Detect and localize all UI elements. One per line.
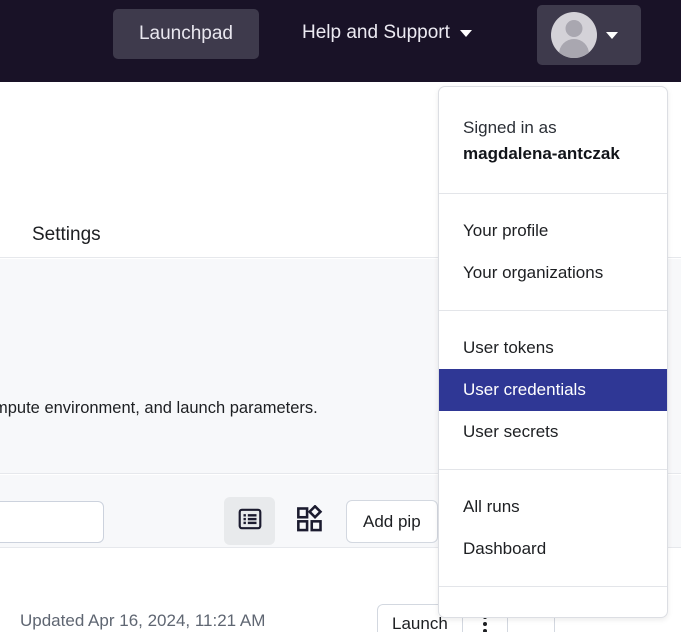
menu-item-label: Dashboard bbox=[463, 539, 547, 558]
kebab-dot bbox=[482, 622, 487, 626]
menu-item-your-organizations[interactable]: Your organizations bbox=[439, 252, 667, 294]
search-input[interactable] bbox=[0, 501, 104, 543]
menu-item-user-credentials[interactable]: User credentials bbox=[439, 369, 667, 411]
menu-group-spacer bbox=[439, 311, 667, 327]
menu-group-spacer bbox=[439, 587, 667, 603]
menu-group-spacer bbox=[439, 470, 667, 486]
user-avatar-menu-button[interactable] bbox=[537, 5, 641, 65]
add-pipeline-label: Add pip bbox=[363, 511, 421, 531]
menu-group-profile: Your profile Your organizations bbox=[439, 194, 667, 310]
signed-in-label: Signed in as bbox=[463, 118, 557, 137]
add-pipeline-button[interactable]: Add pip bbox=[346, 500, 438, 543]
menu-item-dashboard[interactable]: Dashboard bbox=[439, 528, 667, 570]
menu-item-label: Logout bbox=[463, 614, 515, 617]
chevron-down-icon bbox=[459, 29, 472, 37]
updated-timestamp: Updated Apr 16, 2024, 11:21 AM bbox=[20, 611, 266, 630]
app-root: Settings mpute environment, and launch p… bbox=[0, 0, 681, 632]
chevron-down-icon bbox=[606, 31, 618, 39]
menu-group-runs: All runs Dashboard bbox=[439, 470, 667, 586]
menu-group-spacer bbox=[439, 453, 667, 469]
grid-view-icon bbox=[296, 504, 324, 538]
menu-group-logout: Logout bbox=[439, 587, 667, 617]
launchpad-button[interactable]: Launchpad bbox=[113, 9, 259, 59]
top-navigation-bar: Launchpad Help and Support bbox=[0, 0, 681, 82]
menu-item-label: User secrets bbox=[463, 422, 559, 441]
menu-item-label: User tokens bbox=[463, 338, 554, 357]
list-view-icon bbox=[237, 506, 263, 537]
list-view-button[interactable] bbox=[224, 497, 275, 545]
avatar-body bbox=[559, 39, 589, 58]
signed-in-username: magdalena-antczak bbox=[463, 144, 620, 163]
menu-item-user-tokens[interactable]: User tokens bbox=[439, 327, 667, 369]
menu-group-spacer bbox=[439, 194, 667, 210]
user-dropdown-menu: Signed in as magdalena-antczak Your prof… bbox=[438, 86, 668, 618]
menu-group-credentials: User tokens User credentials User secret… bbox=[439, 311, 667, 469]
signed-in-header: Signed in as magdalena-antczak bbox=[439, 87, 667, 193]
grid-view-button[interactable] bbox=[287, 497, 332, 545]
page-description-text: mpute environment, and launch parameters… bbox=[0, 399, 318, 417]
menu-item-label: User credentials bbox=[463, 380, 586, 399]
help-and-support-menu[interactable]: Help and Support bbox=[302, 22, 472, 44]
launchpad-label: Launchpad bbox=[138, 23, 234, 44]
avatar bbox=[551, 12, 597, 58]
help-and-support-label: Help and Support bbox=[302, 22, 450, 43]
menu-item-all-runs[interactable]: All runs bbox=[439, 486, 667, 528]
menu-item-label: Your profile bbox=[463, 221, 549, 240]
menu-item-user-secrets[interactable]: User secrets bbox=[439, 411, 667, 453]
menu-group-spacer bbox=[439, 570, 667, 586]
launch-label: Launch bbox=[392, 614, 448, 632]
menu-item-your-profile[interactable]: Your profile bbox=[439, 210, 667, 252]
menu-item-logout[interactable]: Logout bbox=[439, 603, 667, 617]
menu-group-spacer bbox=[439, 294, 667, 310]
page-title: Settings bbox=[32, 224, 101, 245]
avatar-head bbox=[565, 20, 583, 37]
menu-item-label: Your organizations bbox=[463, 263, 604, 282]
menu-item-label: All runs bbox=[463, 497, 520, 516]
